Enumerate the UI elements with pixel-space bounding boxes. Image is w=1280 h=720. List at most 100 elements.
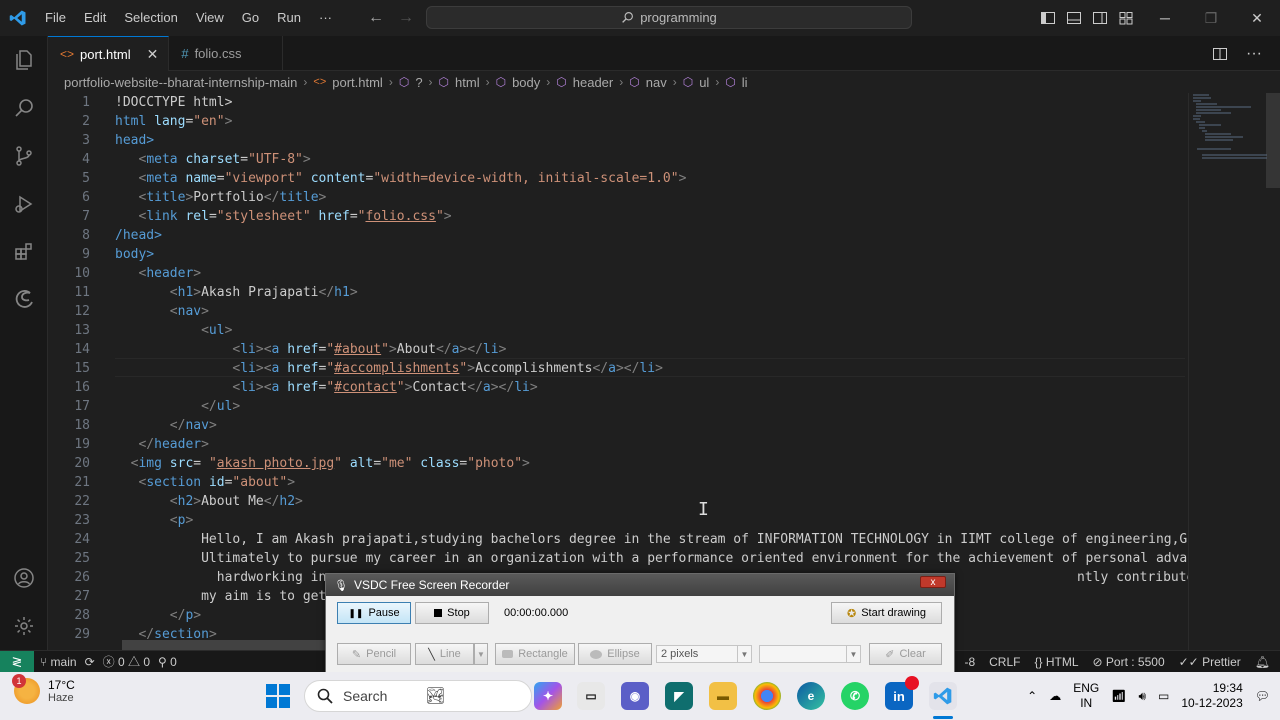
vsdc-close-button[interactable]: x [920,576,946,588]
code-link[interactable]: akash photo.jpg [217,456,334,471]
edge-icon[interactable]: e [797,682,825,710]
code-line: <img src= "akash photo.jpg" alt="me" cla… [130,456,530,471]
taskbar-search[interactable]: Search 🏞︎ [304,680,532,712]
code-link[interactable]: folio.css [365,209,435,224]
minimize-icon[interactable]: ─ [1142,10,1188,26]
notifications-bell-icon[interactable]: 🔔︎ [1255,655,1270,669]
eraser-icon: ✐ [885,648,895,661]
menu-edit[interactable]: Edit [75,0,115,36]
breadcrumb-body[interactable]: body [512,75,540,90]
breadcrumb-ul[interactable]: ul [699,75,709,90]
code-text: About Me [201,494,264,509]
more-actions-icon[interactable]: ··· [1246,45,1262,63]
line-tool-button[interactable]: ╲ Line [415,643,474,665]
problems-indicator[interactable]: ⓧ 0 △ 0 [103,653,150,670]
breadcrumb-doctype[interactable]: ? [415,75,422,90]
toggle-primary-sidebar-icon[interactable] [1040,10,1056,26]
line-width-select[interactable]: 2 pixels ▼ [656,645,752,663]
chevron-up-icon[interactable]: ⌃ [1027,689,1037,703]
code-string: "viewport" [224,171,303,186]
manage-gear-icon[interactable] [0,602,48,650]
encoding[interactable]: -8 [964,655,975,669]
clear-button[interactable]: ✐ Clear [869,643,942,665]
restore-icon[interactable]: ❐ [1188,10,1234,27]
pause-button[interactable]: ❚❚ Pause [337,602,411,624]
windows-start-icon[interactable] [266,684,290,708]
run-debug-icon[interactable] [0,180,48,228]
git-branch[interactable]: ⑂ main [40,655,77,669]
minimap[interactable] [1188,93,1280,650]
task-view-icon[interactable]: ▭ [577,682,605,710]
close-window-icon[interactable]: ✕ [1234,10,1280,27]
breadcrumb-li[interactable]: li [742,75,748,90]
tab-folio-css[interactable]: # folio.css [169,36,283,71]
stop-icon [434,609,443,617]
vsdc-title-bar[interactable]: 🎙︎ VSDC Free Screen Recorder [326,574,954,596]
line-dropdown-button[interactable]: ▼ [474,643,488,665]
sync-icon[interactable]: ⟳ [85,655,95,669]
menu-more[interactable]: ··· [310,0,341,36]
breadcrumb: portfolio-website--bharat-internship-mai… [48,71,1280,93]
edge-devtools-icon[interactable] [0,276,48,324]
breadcrumb-nav[interactable]: nav [646,75,667,90]
breadcrumb-folder[interactable]: portfolio-website--bharat-internship-mai… [64,75,297,90]
whatsapp-icon[interactable]: ✆ [841,682,869,710]
accounts-icon[interactable] [0,554,48,602]
toggle-secondary-sidebar-icon[interactable] [1092,10,1108,26]
rectangle-tool-button[interactable]: Rectangle [495,643,575,665]
stop-button[interactable]: Stop [415,602,489,624]
source-control-icon[interactable] [0,132,48,180]
breadcrumb-header[interactable]: header [573,75,613,90]
clock[interactable]: 19:34 10-12-2023 [1181,681,1242,711]
command-center-search[interactable]: programming [426,6,912,29]
ports-indicator[interactable]: ⚲ 0 [158,655,177,669]
code-text: Ultimately to pursue my career in an org… [201,551,1188,566]
text-cursor-icon: I [698,499,709,520]
live-server-port[interactable]: ⊘ Port : 5500 [1093,655,1165,669]
pencil-tool-button[interactable]: ✎ Pencil [337,643,411,665]
line-number: 20 [74,456,90,471]
remote-indicator-icon[interactable]: ≷ [0,650,34,673]
start-drawing-button[interactable]: ✪ Start drawing [831,602,942,624]
code-link[interactable]: #accomplishments [334,361,459,376]
close-tab-icon[interactable]: ✕ [147,46,159,63]
split-editor-icon[interactable] [1212,46,1228,62]
menu-view[interactable]: View [187,0,233,36]
code-link[interactable]: #contact [334,380,397,395]
menu-selection[interactable]: Selection [115,0,186,36]
line-ending[interactable]: CRLF [989,655,1020,669]
wifi-icon[interactable]: 📶︎ [1111,689,1126,703]
language-mode[interactable]: {} HTML [1034,655,1078,669]
extensions-icon[interactable] [0,228,48,276]
menu-file[interactable]: File [36,0,75,36]
tab-port-html[interactable]: <> port.html ✕ [48,36,170,71]
forward-arrow-icon[interactable]: → [398,9,414,27]
code-editor[interactable]: 1 2 3 4 5 6 7 8 9 10 11 12 13 14 15 16 1… [48,93,1188,650]
volume-icon[interactable]: 🔊︎ [1138,689,1146,704]
ellipse-tool-button[interactable]: Ellipse [578,643,652,665]
vsdc-app-icon[interactable]: ◤ [665,682,693,710]
menu-go[interactable]: Go [233,0,268,36]
search-view-icon[interactable] [0,84,48,132]
menu-run[interactable]: Run [268,0,310,36]
back-arrow-icon[interactable]: ← [368,9,384,27]
breadcrumb-file[interactable]: port.html [332,75,383,90]
breadcrumb-html[interactable]: html [455,75,480,90]
onedrive-cloud-icon[interactable]: ☁︎ [1049,689,1061,703]
copilot-icon[interactable]: ✦ [534,682,562,710]
weather-widget[interactable]: 1 17°C Haze [12,674,75,704]
language-indicator[interactable]: ENG IN [1073,681,1099,711]
customize-layout-icon[interactable] [1118,10,1134,26]
code-link[interactable]: #about [334,342,381,357]
linkedin-icon[interactable]: in [885,676,919,710]
battery-icon[interactable]: ▭ [1158,689,1169,703]
explorer-icon[interactable] [0,36,48,84]
color-select[interactable]: ▼ [759,645,861,663]
toggle-panel-icon[interactable] [1066,10,1082,26]
prettier-status[interactable]: ✓✓ Prettier [1179,655,1241,669]
teams-chat-icon[interactable]: ◉ [621,682,649,710]
file-explorer-icon[interactable]: ▬ [709,682,737,710]
chrome-icon[interactable] [753,682,781,710]
notifications-icon[interactable]: 💬︎ [1255,689,1270,703]
vscode-taskbar-icon[interactable] [929,682,957,710]
